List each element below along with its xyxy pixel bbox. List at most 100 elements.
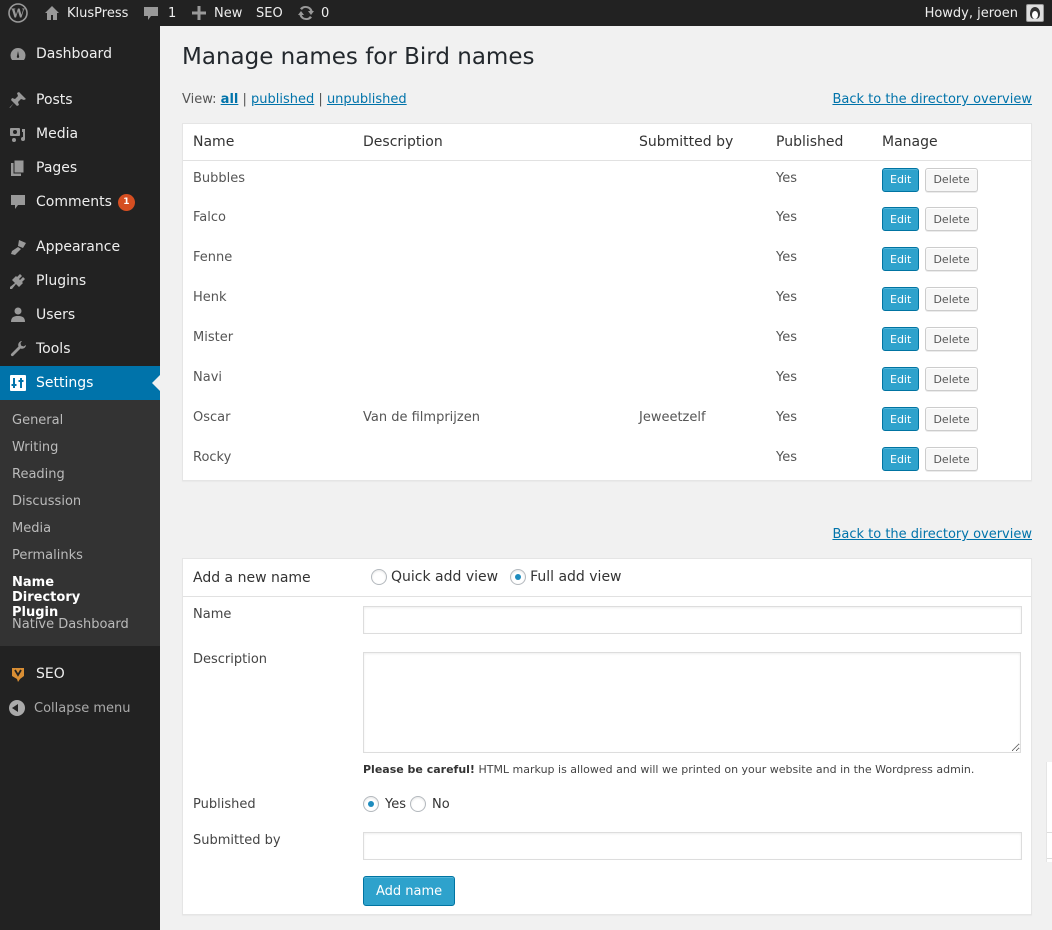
- published-no-radio[interactable]: [410, 796, 426, 812]
- published-cell: Yes: [766, 160, 872, 200]
- description-textarea[interactable]: [363, 652, 1021, 753]
- edit-button[interactable]: Edit: [882, 327, 919, 351]
- updates-count: 0: [321, 6, 329, 21]
- submitted-by-cell: [629, 240, 766, 280]
- full-add-view-radio[interactable]: [510, 569, 526, 585]
- column-header-description: Description: [353, 124, 629, 160]
- delete-button[interactable]: Delete: [925, 247, 977, 271]
- name-cell: Oscar: [183, 400, 353, 440]
- submenu-writing[interactable]: Writing: [12, 440, 58, 455]
- add-name-button[interactable]: Add name: [363, 876, 455, 906]
- sidebar-item-plugins[interactable]: Plugins: [0, 264, 160, 298]
- name-input[interactable]: [363, 606, 1022, 634]
- description-cell: [353, 360, 629, 400]
- quick-add-view-radio[interactable]: [371, 569, 387, 585]
- comment-icon: [0, 193, 36, 211]
- view-published-link[interactable]: published: [251, 92, 314, 107]
- delete-button[interactable]: Delete: [925, 207, 977, 231]
- view-unpublished-link[interactable]: unpublished: [327, 92, 407, 107]
- delete-button[interactable]: Delete: [925, 367, 977, 391]
- collapse-menu-button[interactable]: Collapse menu: [0, 696, 160, 720]
- names-table-card: Name Description Submitted by Published …: [182, 123, 1032, 481]
- sidebar-item-dashboard[interactable]: Dashboard: [0, 37, 160, 71]
- sidebar-item-tools[interactable]: Tools: [0, 332, 160, 366]
- submitted-by-cell: [629, 320, 766, 360]
- manage-cell: Edit Delete: [872, 400, 1031, 440]
- name-cell: Bubbles: [183, 160, 353, 200]
- manage-cell: Edit Delete: [872, 160, 1031, 200]
- sidebar-item-pages[interactable]: Pages: [0, 151, 160, 185]
- sidebar-item-comments[interactable]: Comments 1: [0, 185, 160, 219]
- submenu-name-directory-plugin[interactable]: Name Directory Plugin: [12, 575, 122, 620]
- delete-button[interactable]: Delete: [925, 287, 977, 311]
- view-filter: View: all | published | unpublished: [182, 92, 407, 107]
- delete-button[interactable]: Delete: [925, 407, 977, 431]
- form-heading: Add a new name: [193, 570, 311, 586]
- submenu-media[interactable]: Media: [12, 521, 51, 536]
- manage-cell: Edit Delete: [872, 440, 1031, 480]
- submitted-by-cell: [629, 280, 766, 320]
- howdy-text: Howdy, jeroen: [925, 6, 1018, 21]
- sidebar-item-settings[interactable]: Settings: [0, 366, 160, 400]
- sidebar-item-seo[interactable]: SEO: [0, 657, 160, 691]
- offscreen-panel-edge: [1046, 762, 1052, 862]
- table-row: Navi Yes Edit Delete: [183, 360, 1031, 400]
- wordpress-logo-button[interactable]: W: [8, 0, 30, 26]
- published-cell: Yes: [766, 320, 872, 360]
- sidebar-item-posts[interactable]: Posts: [0, 83, 160, 117]
- home-icon: [44, 5, 60, 21]
- submenu-reading[interactable]: Reading: [12, 467, 65, 482]
- submenu-native-dashboard[interactable]: Native Dashboard: [12, 617, 129, 632]
- submitted-by-input[interactable]: [363, 832, 1022, 860]
- table-row: BubblesYesEdit Delete: [183, 160, 1031, 200]
- edit-button[interactable]: Edit: [882, 407, 919, 431]
- edit-button[interactable]: Edit: [882, 247, 919, 271]
- edit-button[interactable]: Edit: [882, 287, 919, 311]
- updates-link[interactable]: 0: [297, 0, 329, 26]
- edit-button[interactable]: Edit: [882, 207, 919, 231]
- published-yes-radio[interactable]: [363, 796, 379, 812]
- site-name-link[interactable]: KlusPress: [44, 0, 128, 26]
- back-to-overview-link-top[interactable]: Back to the directory overview: [832, 92, 1032, 107]
- published-cell: Yes: [766, 360, 872, 400]
- new-label: New: [214, 6, 242, 21]
- delete-button[interactable]: Delete: [925, 327, 977, 351]
- seo-icon: [0, 665, 36, 683]
- name-cell: Mister: [183, 320, 353, 360]
- submitted-by-cell: [629, 440, 766, 480]
- submenu-discussion[interactable]: Discussion: [12, 494, 81, 509]
- delete-button[interactable]: Delete: [925, 447, 977, 471]
- name-cell: Fenne: [183, 240, 353, 280]
- add-name-form: Add a new name Quick add view Full add v…: [182, 558, 1032, 915]
- published-cell: Yes: [766, 440, 872, 480]
- delete-button[interactable]: Delete: [925, 168, 977, 192]
- back-to-overview-link-bottom[interactable]: Back to the directory overview: [832, 527, 1032, 542]
- description-field-label: Description: [193, 652, 267, 667]
- site-name: KlusPress: [67, 6, 128, 21]
- avatar: [1026, 4, 1044, 22]
- submenu-general[interactable]: General: [12, 413, 63, 428]
- submenu-permalinks[interactable]: Permalinks: [12, 548, 83, 563]
- table-row: Mister Yes Edit Delete: [183, 320, 1031, 360]
- sidebar-item-users[interactable]: Users: [0, 298, 160, 332]
- submitted-by-cell: [629, 160, 766, 200]
- description-cell: [353, 200, 629, 240]
- names-table: Name Description Submitted by Published …: [183, 124, 1031, 480]
- user-account-menu[interactable]: Howdy, jeroen: [925, 0, 1044, 26]
- view-all-link[interactable]: all: [221, 92, 239, 107]
- updates-icon: [297, 4, 315, 22]
- name-cell: Navi: [183, 360, 353, 400]
- edit-button[interactable]: Edit: [882, 447, 919, 471]
- form-header: Add a new name Quick add view Full add v…: [183, 559, 1031, 597]
- new-content-button[interactable]: New: [192, 0, 242, 26]
- seo-link[interactable]: SEO: [256, 0, 283, 26]
- published-field-label: Published: [193, 797, 256, 812]
- comments-link[interactable]: 1: [143, 0, 176, 26]
- edit-button[interactable]: Edit: [882, 367, 919, 391]
- name-cell: Falco: [183, 200, 353, 240]
- sidebar-item-media[interactable]: Media: [0, 117, 160, 151]
- brush-icon: [0, 238, 36, 256]
- sidebar-item-appearance[interactable]: Appearance: [0, 230, 160, 264]
- edit-button[interactable]: Edit: [882, 168, 919, 192]
- column-header-submitted-by: Submitted by: [629, 124, 766, 160]
